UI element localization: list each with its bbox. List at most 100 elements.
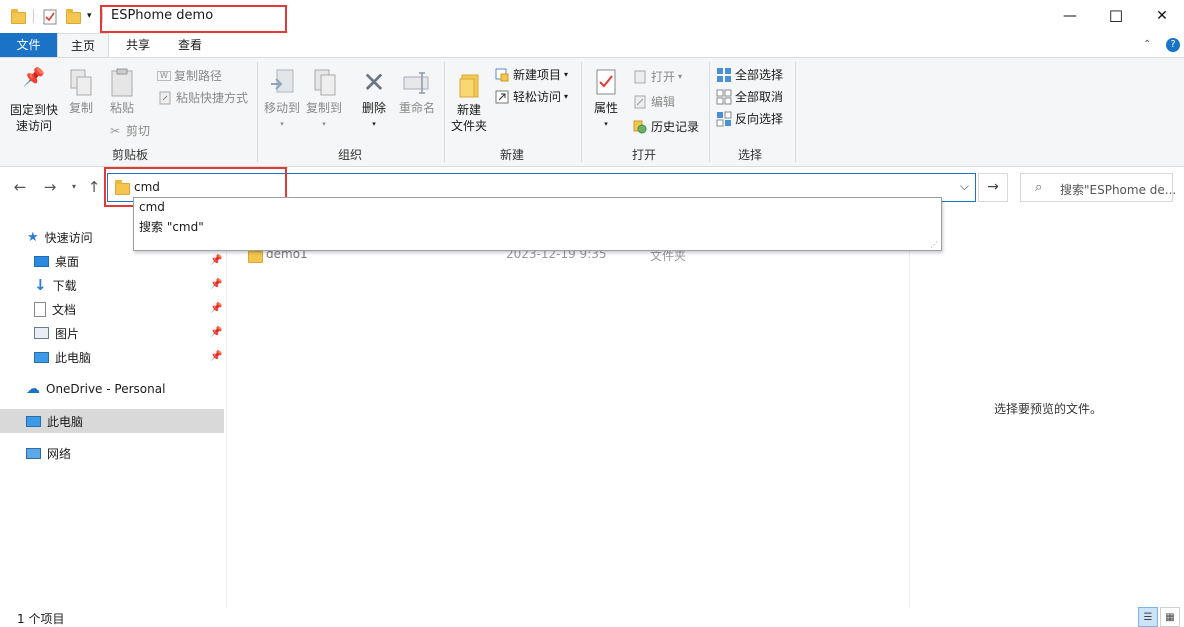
pin-icon[interactable]: 📌 <box>210 255 222 266</box>
move-to-button[interactable]: 移动到 ▾ <box>262 68 302 132</box>
chevron-down-icon[interactable]: ⌵ <box>960 179 969 194</box>
pin-icon[interactable]: 📌 <box>210 303 222 314</box>
easy-access-icon <box>494 89 510 105</box>
help-icon[interactable]: ? <box>1166 38 1180 52</box>
nav-downloads[interactable]: ↓ 下载 <box>34 273 77 297</box>
nav-pictures[interactable]: 图片 <box>34 321 79 345</box>
scissors-icon: ✂ <box>109 123 121 138</box>
move-to-icon <box>262 68 302 100</box>
pin-label-line1: 固定到快 <box>9 103 58 117</box>
tab-share[interactable]: 共享 <box>112 33 164 57</box>
delete-button[interactable]: ✕ 删除 ▾ <box>356 66 392 132</box>
copy-label: 复制 <box>68 101 93 115</box>
chevron-down-icon: ▾ <box>564 70 569 79</box>
divider <box>102 9 103 23</box>
properties-icon <box>587 68 625 100</box>
tab-file[interactable]: 文件 <box>0 33 57 57</box>
nav-label: 此电脑 <box>47 414 84 429</box>
copy-path-button[interactable]: W 复制路径 <box>157 67 222 84</box>
nav-quick-access[interactable]: ★ 快速访问 <box>27 225 93 249</box>
tab-view[interactable]: 查看 <box>164 33 216 57</box>
cut-button[interactable]: ✂ 剪切 <box>107 122 150 139</box>
easy-access-label: 轻松访问 <box>513 90 562 104</box>
copy-to-label: 复制到 <box>305 101 342 115</box>
details-view-icon[interactable]: ☰ <box>1138 607 1158 627</box>
nav-label: 下载 <box>52 278 77 293</box>
invert-selection-button[interactable]: 反向选择 <box>716 110 783 127</box>
paste-shortcut-icon <box>157 90 173 106</box>
new-item-label: 新建项目 <box>513 68 562 82</box>
nav-documents[interactable]: 文档 <box>34 297 76 321</box>
divider <box>33 9 34 23</box>
copy-icon <box>64 68 98 100</box>
paste-shortcut-button[interactable]: 粘贴快捷方式 <box>157 89 248 106</box>
tab-home[interactable]: 主页 <box>57 33 109 57</box>
divider <box>257 62 258 162</box>
autocomplete-item[interactable]: 搜索 "cmd" <box>139 218 204 235</box>
pin-label-line2: 速访问 <box>15 119 52 133</box>
resize-grip-icon[interactable]: ⋰ <box>930 240 938 249</box>
nav-this-pc[interactable]: 此电脑 <box>26 409 83 433</box>
address-input[interactable]: cmd <box>134 180 160 194</box>
new-folder-quick-icon[interactable] <box>66 9 82 25</box>
customize-quick-access-icon[interactable]: ▾ <box>87 11 103 27</box>
edit-button[interactable]: 编辑 <box>632 93 675 110</box>
properties-button[interactable]: 属性 ▾ <box>587 68 625 132</box>
paste-button[interactable]: 粘贴 <box>104 68 140 116</box>
rename-button[interactable]: 重命名 <box>396 68 438 116</box>
new-folder-label-line2: 文件夹 <box>450 119 487 133</box>
pin-icon[interactable]: 📌 <box>210 327 222 338</box>
file-list: demo1 2023-12-19 9:35 文件夹 <box>227 207 909 607</box>
autocomplete-dropdown: cmd 搜索 "cmd" ⋰ <box>133 197 942 251</box>
easy-access-button[interactable]: 轻松访问 ▾ <box>494 88 568 105</box>
copy-to-button[interactable]: 复制到 ▾ <box>304 68 344 132</box>
nav-desktop[interactable]: 桌面 <box>34 249 79 273</box>
cut-label: 剪切 <box>126 124 151 138</box>
forward-arrow-icon[interactable]: → <box>40 177 60 197</box>
chevron-down-icon: ▾ <box>678 72 683 81</box>
pin-icon[interactable]: 📌 <box>210 279 222 290</box>
pin-quick-access-button[interactable]: 📌 固定到快 速访问 <box>6 69 62 134</box>
copy-path-icon: W <box>157 70 171 81</box>
close-button[interactable]: ✕ <box>1139 0 1184 32</box>
go-arrow-button[interactable]: → <box>978 173 1008 202</box>
folder-icon <box>115 180 130 195</box>
network-icon <box>26 447 41 459</box>
history-button[interactable]: 历史记录 <box>632 118 699 135</box>
status-item-count: 1 个项目 <box>17 612 65 626</box>
recent-locations-icon[interactable]: ▾ <box>64 177 84 197</box>
divider <box>709 62 710 162</box>
preview-message: 选择要预览的文件。 <box>994 402 1103 416</box>
maximize-button[interactable]: ☐ <box>1093 0 1139 32</box>
copy-button[interactable]: 复制 <box>64 68 98 116</box>
chevron-down-icon: ▾ <box>604 120 608 128</box>
back-arrow-icon[interactable]: ← <box>10 177 30 197</box>
search-input[interactable]: 搜索"ESPhome de... <box>1060 181 1176 198</box>
new-item-button[interactable]: 新建项目 ▾ <box>494 66 568 83</box>
select-all-button[interactable]: 全部选择 <box>716 66 783 83</box>
delete-x-icon: ✕ <box>362 66 386 99</box>
divider <box>795 62 796 162</box>
nav-onedrive[interactable]: ☁ OneDrive - Personal <box>26 377 165 401</box>
nav-label: 桌面 <box>55 254 80 269</box>
properties-quick-icon[interactable] <box>43 9 59 25</box>
collapse-ribbon-icon[interactable]: ⌃ <box>1143 39 1151 50</box>
large-icons-view-icon[interactable]: ▦ <box>1160 607 1180 627</box>
select-none-button[interactable]: 全部取消 <box>716 88 783 105</box>
autocomplete-item[interactable]: cmd <box>139 200 165 214</box>
folder-icon <box>248 248 263 263</box>
open-button[interactable]: 打开 ▾ <box>632 68 682 85</box>
group-label-new: 新建 <box>499 148 524 162</box>
up-arrow-icon[interactable]: ↑ <box>84 177 104 197</box>
nav-this-pc-quick[interactable]: 此电脑 <box>34 345 91 369</box>
pin-icon[interactable]: 📌 <box>210 351 222 362</box>
search-box[interactable]: ⌕ 搜索"ESPhome de... <box>1020 173 1176 202</box>
properties-label: 属性 <box>593 101 618 115</box>
new-folder-button[interactable]: 新建 文件夹 <box>448 68 490 134</box>
group-label-open: 打开 <box>631 148 656 162</box>
nav-network[interactable]: 网络 <box>26 441 71 465</box>
new-item-icon <box>494 67 510 83</box>
preview-pane: 选择要预览的文件。 <box>909 207 1184 607</box>
copy-path-label: 复制路径 <box>174 69 223 83</box>
minimize-button[interactable]: — <box>1047 0 1093 32</box>
